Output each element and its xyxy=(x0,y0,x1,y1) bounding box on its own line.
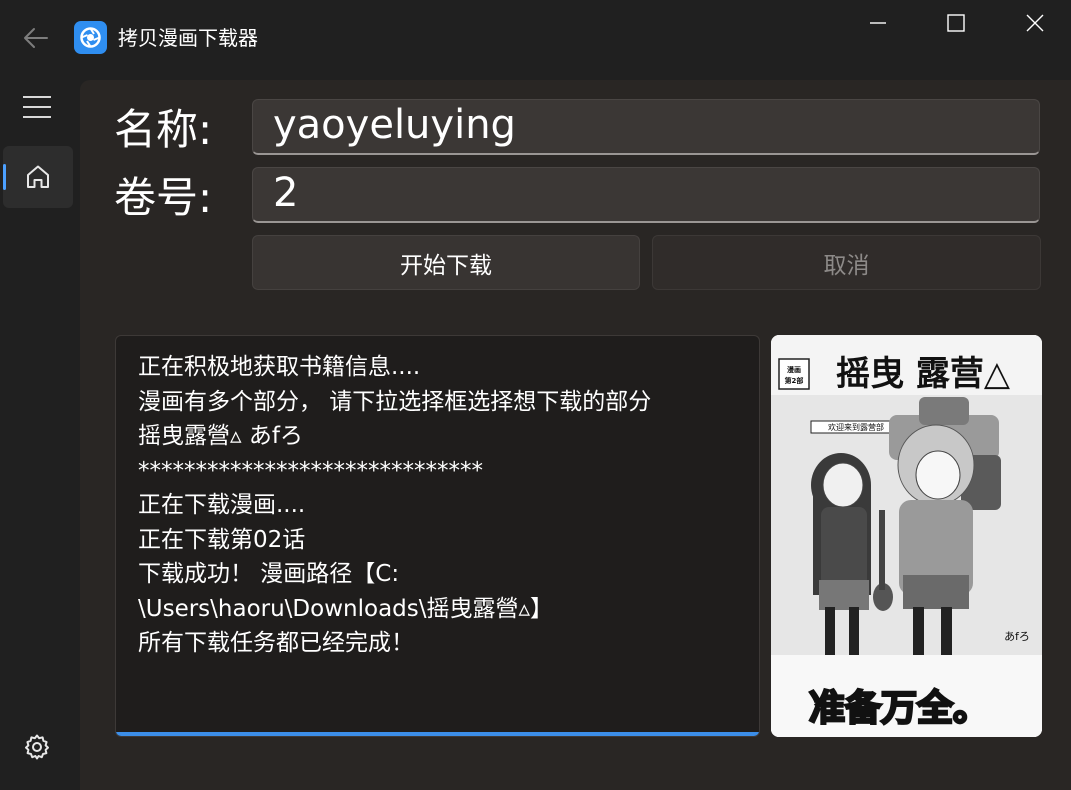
log-line: 下载成功！ 漫画路径【C: xyxy=(138,561,400,587)
home-icon xyxy=(27,165,49,188)
log-line: 正在积极地获取书籍信息.... xyxy=(138,354,421,380)
cover-author: あfろ xyxy=(1004,630,1030,643)
window-title: 拷贝漫画下载器 xyxy=(118,26,258,50)
nav-item-home[interactable] xyxy=(3,146,73,208)
log-line: \Users\haoru\Downloads\摇曳露營▵】 xyxy=(138,595,554,622)
cover-tagline: 准备万全。 xyxy=(809,687,989,729)
title-bar: 拷贝漫画下载器 xyxy=(0,0,1071,76)
volume-input[interactable] xyxy=(252,167,1040,223)
app-window: 拷贝漫画下载器 名称: yaoyeluying 卷号: 2 开始下载 取消 正在… xyxy=(0,0,1071,790)
nav-selected-indicator xyxy=(3,164,6,190)
close-icon xyxy=(1026,14,1044,32)
gear-icon xyxy=(25,734,49,760)
log-line: 所有下载任务都已经完成！ xyxy=(138,630,414,656)
name-label: 名称: xyxy=(114,105,213,154)
log-line: 漫画有多个部分， 请下拉选择框选择想下载的部分 xyxy=(138,388,652,415)
hamburger-icon xyxy=(23,96,51,118)
log-line: 正在下载第02话 xyxy=(138,526,306,553)
close-button[interactable] xyxy=(995,0,1071,46)
minimize-button[interactable] xyxy=(838,0,918,46)
log-line: ****************************** xyxy=(138,457,483,484)
cancel-button[interactable]: 取消 xyxy=(652,235,1041,290)
log-line: 正在下载漫画.... xyxy=(138,492,306,518)
log-lines: 正在积极地获取书籍信息.... 漫画有多个部分， 请下拉选择框选择想下载的部分 … xyxy=(138,350,748,661)
cover-title: 摇曳 露营△ xyxy=(836,354,1011,394)
log-output[interactable]: 正在积极地获取书籍信息.... 漫画有多个部分， 请下拉选择框选择想下载的部分 … xyxy=(115,335,760,737)
nav-item-settings[interactable] xyxy=(6,724,68,770)
volume-label: 卷号: xyxy=(114,173,213,222)
maximize-button[interactable] xyxy=(916,0,996,46)
back-arrow-icon xyxy=(24,28,48,48)
cover-badge-line1: 漫画 xyxy=(787,365,801,374)
name-input[interactable] xyxy=(252,99,1040,155)
cover-subtitle: 欢迎来到露营部 xyxy=(828,422,884,432)
nav-menu-button[interactable] xyxy=(6,84,68,130)
cover-badge-line2: 第2部 xyxy=(785,376,804,385)
main-content: 名称: 卷号: 开始下载 取消 正在积极地获取书籍信息.... 漫画有多个部分，… xyxy=(80,80,1071,790)
log-line: 摇曳露營▵ あfろ xyxy=(138,423,303,449)
maximize-icon xyxy=(947,14,965,32)
comic-cover-image: 漫画 第2部 摇曳 露营△ 欢迎来到露营部 あfろ 准备万全。 xyxy=(771,335,1042,737)
app-logo-icon xyxy=(74,21,107,54)
download-progress-bar xyxy=(116,732,759,736)
minimize-icon xyxy=(870,22,886,24)
back-button[interactable] xyxy=(16,20,56,56)
start-download-button[interactable]: 开始下载 xyxy=(252,235,640,290)
